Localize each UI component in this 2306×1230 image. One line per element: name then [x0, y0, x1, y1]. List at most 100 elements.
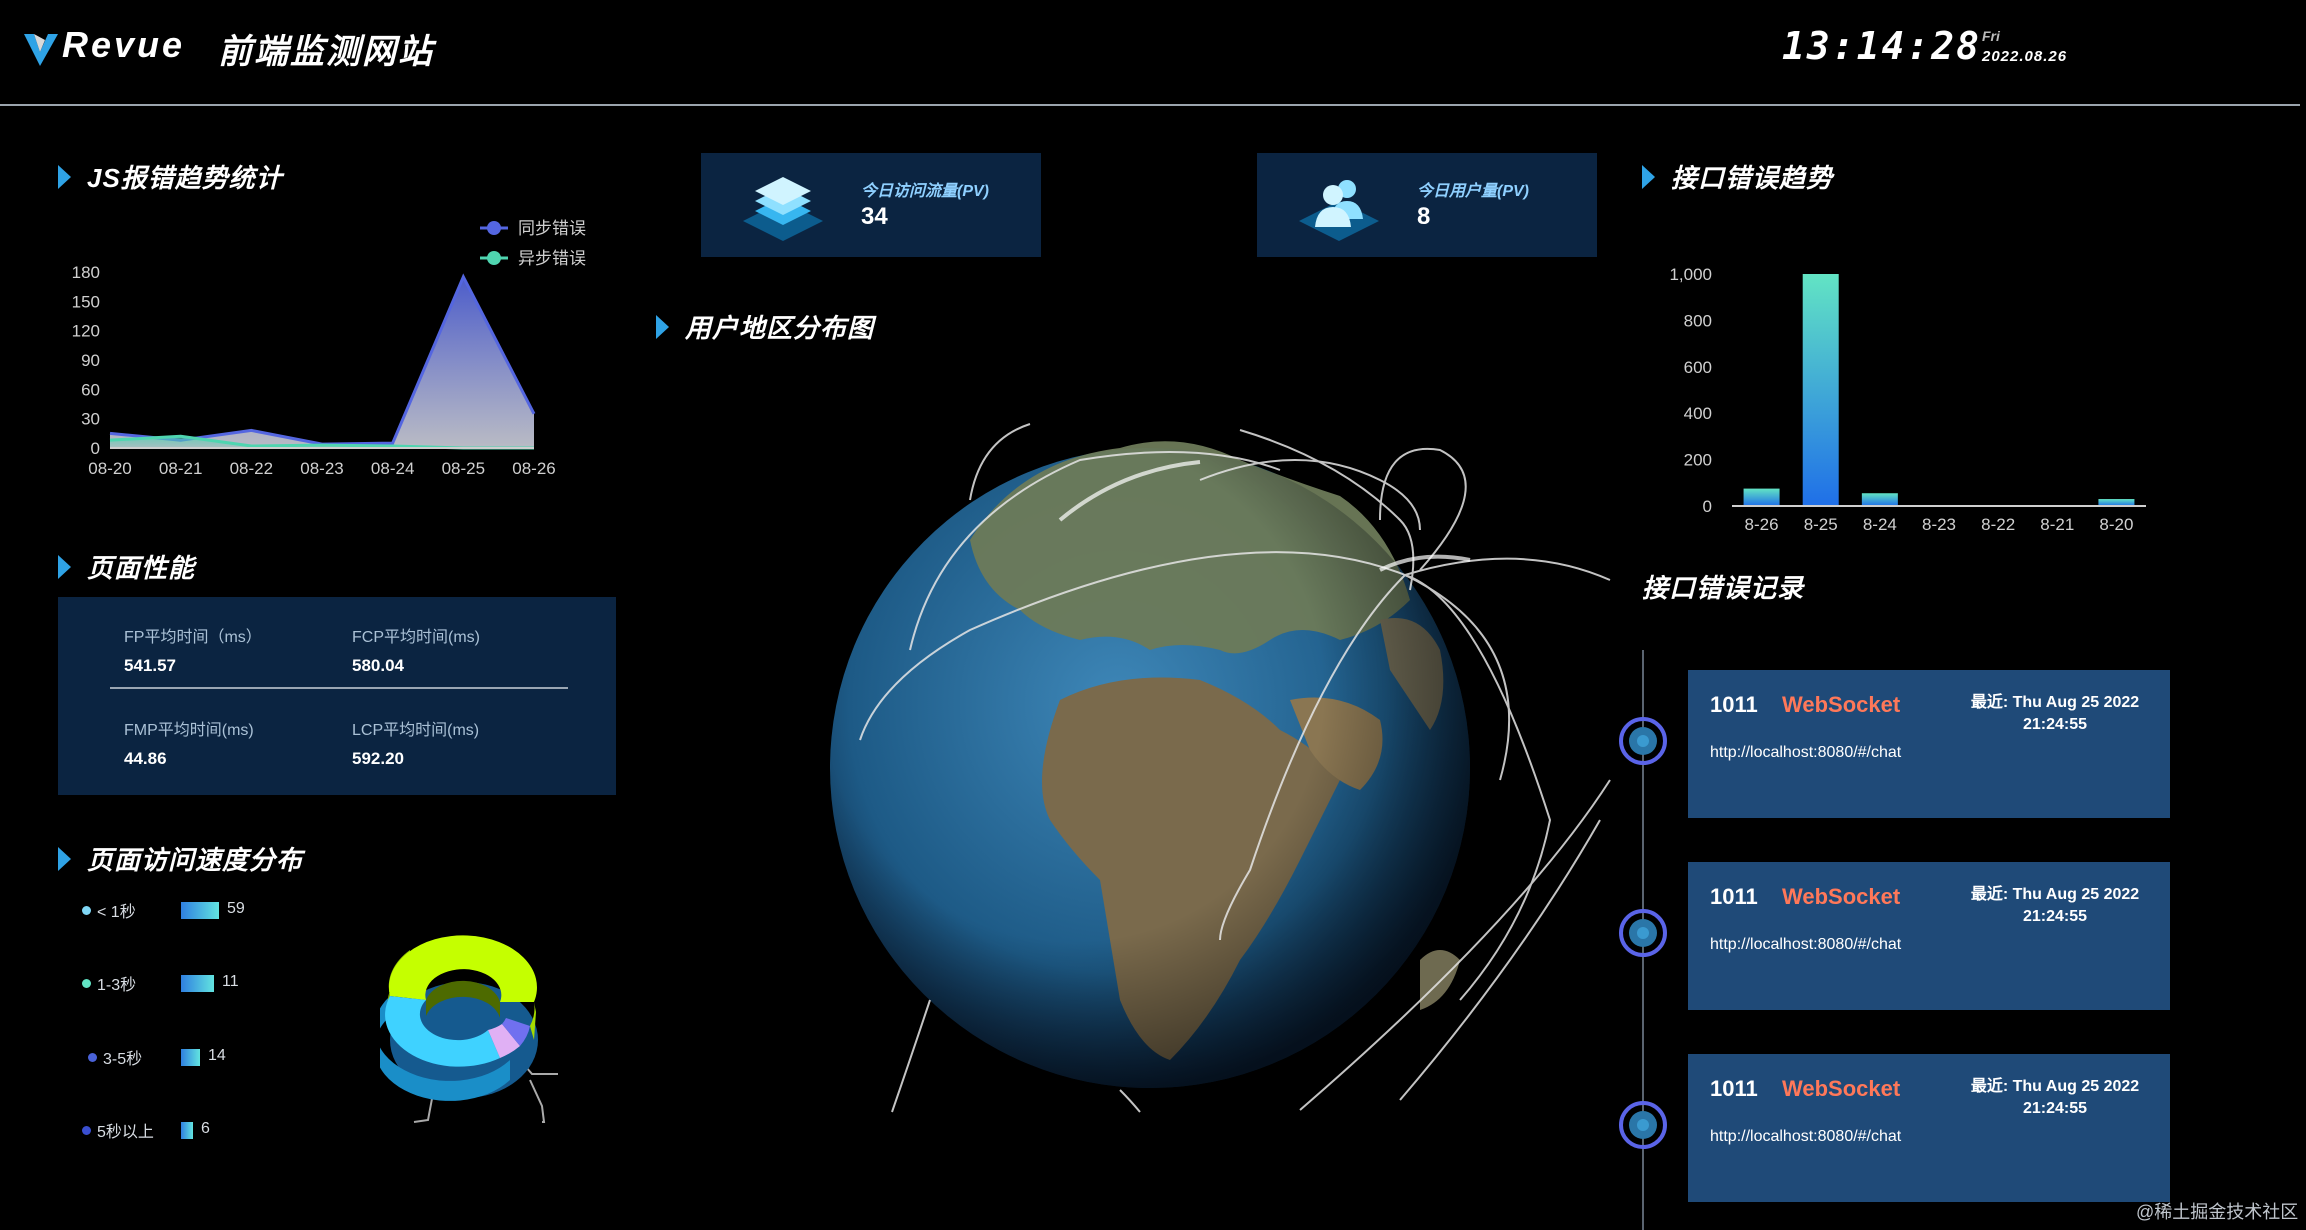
kpi-value: 34 — [861, 203, 888, 230]
x-tick-label: 08-21 — [159, 459, 202, 478]
performance-divider — [110, 687, 568, 689]
x-tick-label: 08-22 — [230, 459, 273, 478]
section-title-text: 接口错误趋势 — [1671, 163, 1834, 193]
x-tick-label: 8-26 — [1745, 515, 1779, 534]
speed-bar — [181, 975, 214, 992]
y-tick-label: 1,000 — [1669, 265, 1712, 284]
lcp-value: 592.20 — [352, 749, 404, 768]
timeline-node-icon — [1619, 717, 1667, 765]
error-code: 1011 — [1710, 692, 1758, 717]
speed-label: 3-5秒 — [103, 1051, 143, 1068]
kpi-label: 今日用户量(PV) — [1417, 183, 1530, 200]
user-region-globe[interactable] — [820, 400, 1640, 1120]
legend-dot-icon — [487, 251, 501, 265]
date: 2022.08.26 — [1982, 48, 2068, 65]
y-tick-label: 150 — [72, 292, 100, 311]
x-tick-label: 08-25 — [442, 459, 485, 478]
weekday: Fri — [1982, 28, 2000, 44]
speed-bar — [181, 902, 219, 919]
error-code: 1011 — [1710, 884, 1758, 909]
globe-shading — [830, 448, 1470, 1088]
speed-legend-item[interactable]: 5秒以上 — [82, 1118, 154, 1142]
y-tick-label: 400 — [1684, 404, 1712, 423]
speed-label: 1-3秒 — [97, 977, 137, 994]
js-error-trend-chart[interactable]: 同步错误异步错误 0 30 60 90 120 150 180 08-20 08-21 08-2… — [56, 208, 616, 488]
bar[interactable] — [1861, 493, 1898, 506]
speed-bar — [181, 1122, 193, 1139]
timeline-node-icon — [1619, 1101, 1667, 1149]
x-tick-label: 8-21 — [2040, 515, 2074, 534]
logo-icon — [24, 34, 58, 66]
watermark: @稀土掘金技术社区 — [2136, 1202, 2299, 1222]
speed-label: 5秒以上 — [97, 1124, 154, 1141]
error-time-date: 最近: Thu Aug 25 2022 — [1970, 886, 2140, 903]
fp-value: 541.57 — [124, 656, 176, 675]
bar[interactable] — [1802, 274, 1839, 506]
speed-donut-chart[interactable] — [380, 930, 570, 1130]
error-url[interactable]: http://localhost:8080/#/chat — [1710, 1128, 1901, 1146]
fmp-label: FMP平均时间(ms) — [124, 722, 254, 739]
stack-icon — [743, 177, 823, 241]
error-time: 最近: Thu Aug 25 2022 21:24:55 — [1950, 884, 2160, 928]
legend-label[interactable]: 同步错误 — [518, 219, 586, 238]
section-title-api-records: 接口错误记录 — [1642, 568, 1804, 605]
error-time-clock: 21:24:55 — [2022, 908, 2088, 925]
section-title-js-errors: JS报错趋势统计 — [58, 158, 283, 195]
section-title-text: 页面访问速度分布 — [87, 845, 304, 875]
error-url[interactable]: http://localhost:8080/#/chat — [1710, 744, 1901, 762]
y-tick-label: 180 — [72, 263, 100, 282]
error-type: WebSocket — [1782, 884, 1901, 909]
section-title-speed: 页面访问速度分布 — [58, 840, 303, 877]
y-tick-label: 0 — [1703, 497, 1712, 516]
fmp-value: 44.86 — [124, 749, 167, 768]
fcp-label: FCP平均时间(ms) — [352, 629, 480, 646]
speed-value: 59 — [227, 900, 245, 917]
section-title-region: 用户地区分布图 — [656, 308, 874, 345]
legend-dot-icon — [82, 978, 91, 988]
section-title-performance: 页面性能 — [58, 548, 195, 585]
section-title-text: 页面性能 — [87, 553, 196, 583]
error-time-date: 最近: Thu Aug 25 2022 — [1970, 694, 2140, 711]
kpi-card-pv: 今日访问流量(PV) 34 — [701, 153, 1041, 257]
speed-legend-item[interactable]: 1-3秒 — [82, 971, 136, 995]
speed-legend-item[interactable]: < 1秒 — [82, 898, 136, 922]
bar[interactable] — [2098, 499, 2135, 506]
bar[interactable] — [1743, 488, 1780, 506]
api-error-record[interactable]: 1011 WebSocket 最近: Thu Aug 25 2022 21:24… — [1688, 862, 2170, 1010]
speed-bar — [181, 1049, 200, 1066]
legend-dot-icon — [88, 1052, 97, 1062]
x-tick-label: 8-22 — [1981, 515, 2015, 534]
error-time-date: 最近: Thu Aug 25 2022 — [1970, 1078, 2140, 1095]
y-tick-label: 120 — [72, 322, 100, 341]
legend-label[interactable]: 异步错误 — [518, 249, 586, 268]
y-tick-label: 90 — [81, 351, 100, 370]
y-tick-label: 30 — [81, 410, 100, 429]
api-error-record[interactable]: 1011 WebSocket 最近: Thu Aug 25 2022 21:24… — [1688, 670, 2170, 818]
section-title-text: 用户地区分布图 — [685, 313, 875, 343]
section-title-api-trend: 接口错误趋势 — [1642, 158, 1833, 195]
section-title-text: JS报错趋势统计 — [87, 163, 283, 193]
timeline-node-icon — [1619, 909, 1667, 957]
section-marker-icon — [656, 314, 669, 339]
error-time: 最近: Thu Aug 25 2022 21:24:55 — [1950, 692, 2160, 736]
x-tick-label: 8-23 — [1922, 515, 1956, 534]
x-tick-label: 08-24 — [371, 459, 414, 478]
api-error-trend-chart[interactable]: 0 200 400 600 800 1,000 8-26 8-25 8-24 8-23 8-22 8… — [1640, 250, 2160, 540]
section-marker-icon — [58, 164, 71, 189]
error-time-clock: 21:24:55 — [2022, 1100, 2088, 1117]
speed-legend-item[interactable]: 3-5秒 — [82, 1045, 142, 1069]
fp-label: FP平均时间（ms） — [124, 629, 262, 646]
clock: 13:14:28 — [1782, 24, 1982, 68]
legend-dot-icon — [82, 1125, 91, 1135]
y-tick-label: 200 — [1684, 451, 1712, 470]
kpi-label: 今日访问流量(PV) — [861, 183, 990, 200]
legend-dot-icon — [487, 221, 501, 235]
users-icon — [1299, 180, 1379, 241]
section-title-text: 接口错误记录 — [1642, 573, 1805, 603]
area-series-fill — [110, 276, 534, 448]
performance-panel: FP平均时间（ms） 541.57 FCP平均时间(ms) 580.04 FMP… — [58, 597, 616, 795]
error-url[interactable]: http://localhost:8080/#/chat — [1710, 936, 1901, 954]
api-error-record[interactable]: 1011 WebSocket 最近: Thu Aug 25 2022 21:24… — [1688, 1054, 2170, 1202]
donut-label-line — [529, 1079, 546, 1123]
header-divider — [0, 104, 2300, 106]
